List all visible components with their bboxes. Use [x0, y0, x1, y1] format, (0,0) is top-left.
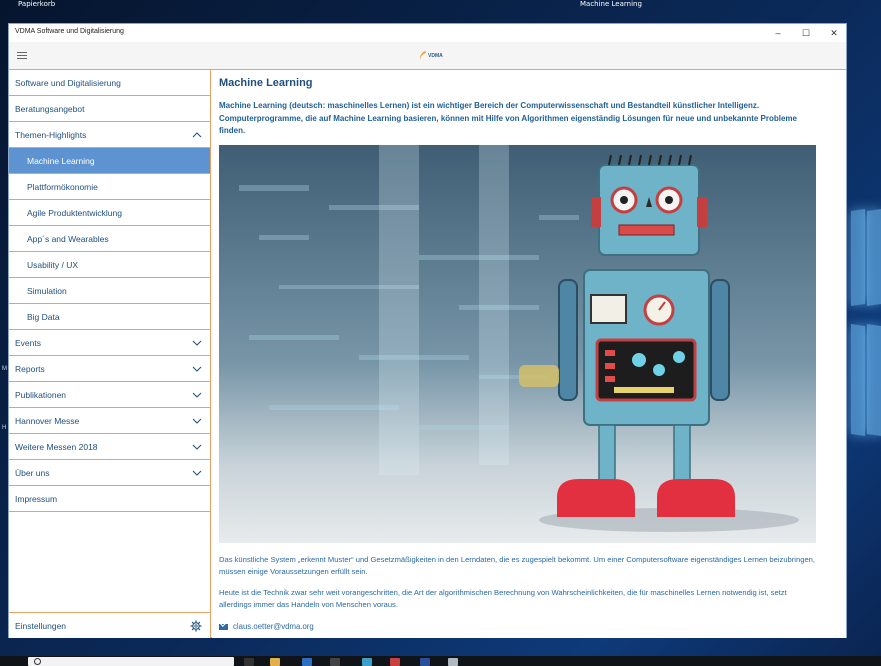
hamburger-menu-icon[interactable] [17, 52, 27, 60]
recycle-bin-label[interactable]: Papierkorb [18, 0, 55, 8]
sidebar-item-weitere-messen-2018[interactable]: Weitere Messen 2018 [9, 434, 210, 460]
settings-item[interactable]: Einstellungen [9, 612, 210, 638]
chevron-down-icon [192, 366, 202, 372]
browser-icon[interactable] [362, 658, 372, 666]
desktop-icon-fragment: H [2, 425, 7, 431]
sidebar-item-plattformoekonomie[interactable]: Plattformökonomie [9, 174, 210, 200]
window-title: VDMA Software und Digitalisierung [15, 28, 124, 35]
vdma-logo: VDMA [417, 50, 443, 62]
app-header: VDMA [9, 42, 846, 70]
chevron-down-icon [192, 340, 202, 346]
vdma-app-taskbar-icon[interactable] [448, 658, 458, 666]
taskbar-search-box[interactable] [28, 657, 234, 666]
mail-icon [219, 623, 228, 630]
chevron-down-icon [192, 470, 202, 476]
app-icon[interactable] [330, 658, 340, 666]
maximize-button[interactable]: ☐ [794, 26, 818, 40]
sidebar-item-impressum[interactable]: Impressum [9, 486, 210, 512]
store-icon[interactable] [302, 658, 312, 666]
sidebar-nav: Software und Digitalisierung Beratungsan… [9, 70, 211, 638]
close-button[interactable]: ✕ [822, 26, 846, 40]
sidebar-item-reports[interactable]: Reports [9, 356, 210, 382]
chevron-down-icon [192, 444, 202, 450]
windows-logo-icon [845, 209, 881, 440]
minimize-button[interactable]: – [766, 26, 790, 40]
body-paragraph-1: Das künstliche System „erkennt Muster“ u… [219, 555, 815, 576]
gear-icon [190, 620, 202, 632]
desktop-window-caption: Machine Learning [580, 0, 642, 8]
contact-email-text: claus.oetter@vdma.org [233, 622, 314, 631]
sidebar-item-agile-produktentwicklung[interactable]: Agile Produktentwicklung [9, 200, 210, 226]
sidebar-item-themen-highlights[interactable]: Themen-Highlights [9, 122, 210, 148]
chevron-down-icon [192, 392, 202, 398]
file-explorer-icon[interactable] [270, 658, 280, 666]
app-window: VDMA Software und Digitalisierung – ☐ ✕ … [8, 23, 847, 638]
sidebar-item-machine-learning[interactable]: Machine Learning [9, 148, 210, 174]
title-bar: VDMA Software und Digitalisierung – ☐ ✕ [9, 24, 846, 42]
sidebar-item-hannover-messe[interactable]: Hannover Messe [9, 408, 210, 434]
sidebar-item-big-data[interactable]: Big Data [9, 304, 210, 330]
robot-hero-image [219, 145, 816, 543]
app-icon[interactable] [420, 658, 430, 666]
sidebar-item-events[interactable]: Events [9, 330, 210, 356]
sidebar-item-software-und-digitalisierung[interactable]: Software und Digitalisierung [9, 70, 210, 96]
contact-email-link[interactable]: claus.oetter@vdma.org [219, 622, 314, 631]
desktop-icon-fragment: M [2, 366, 7, 372]
sidebar-item-beratungsangebot[interactable]: Beratungsangebot [9, 96, 210, 122]
chevron-up-icon [192, 132, 202, 138]
chevron-down-icon [192, 418, 202, 424]
page-title: Machine Learning [219, 77, 313, 89]
sidebar-item-usability-ux[interactable]: Usability / UX [9, 252, 210, 278]
task-view-icon[interactable] [244, 658, 254, 666]
sidebar-item-publikationen[interactable]: Publikationen [9, 382, 210, 408]
taskbar [0, 656, 881, 666]
content-pane: Machine Learning Machine Learning (deuts… [212, 70, 846, 638]
body-paragraph-2: Heute ist die Technik zwar sehr weit vor… [219, 588, 787, 609]
app-icon[interactable] [390, 658, 400, 666]
sidebar-item-simulation[interactable]: Simulation [9, 278, 210, 304]
sidebar-item-ueber-uns[interactable]: Über uns [9, 460, 210, 486]
search-icon [34, 658, 41, 665]
logo-swoosh-icon [417, 50, 429, 62]
sidebar-item-apps-and-wearables[interactable]: App´s and Wearables [9, 226, 210, 252]
toy-robot-illustration [219, 145, 816, 543]
intro-text: Machine Learning (deutsch: maschinelles … [219, 101, 797, 135]
